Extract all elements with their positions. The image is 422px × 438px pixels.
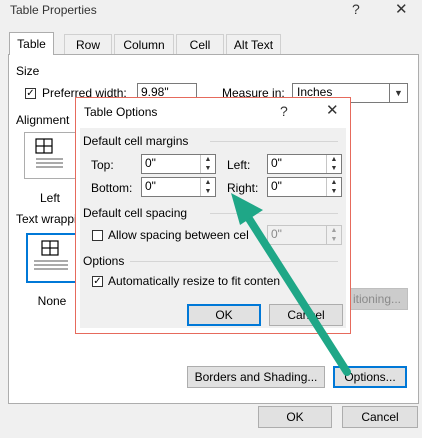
tab-table[interactable]: Table — [9, 32, 54, 55]
annotation-arrow-icon — [231, 193, 351, 376]
tab-label: Table — [17, 37, 46, 51]
